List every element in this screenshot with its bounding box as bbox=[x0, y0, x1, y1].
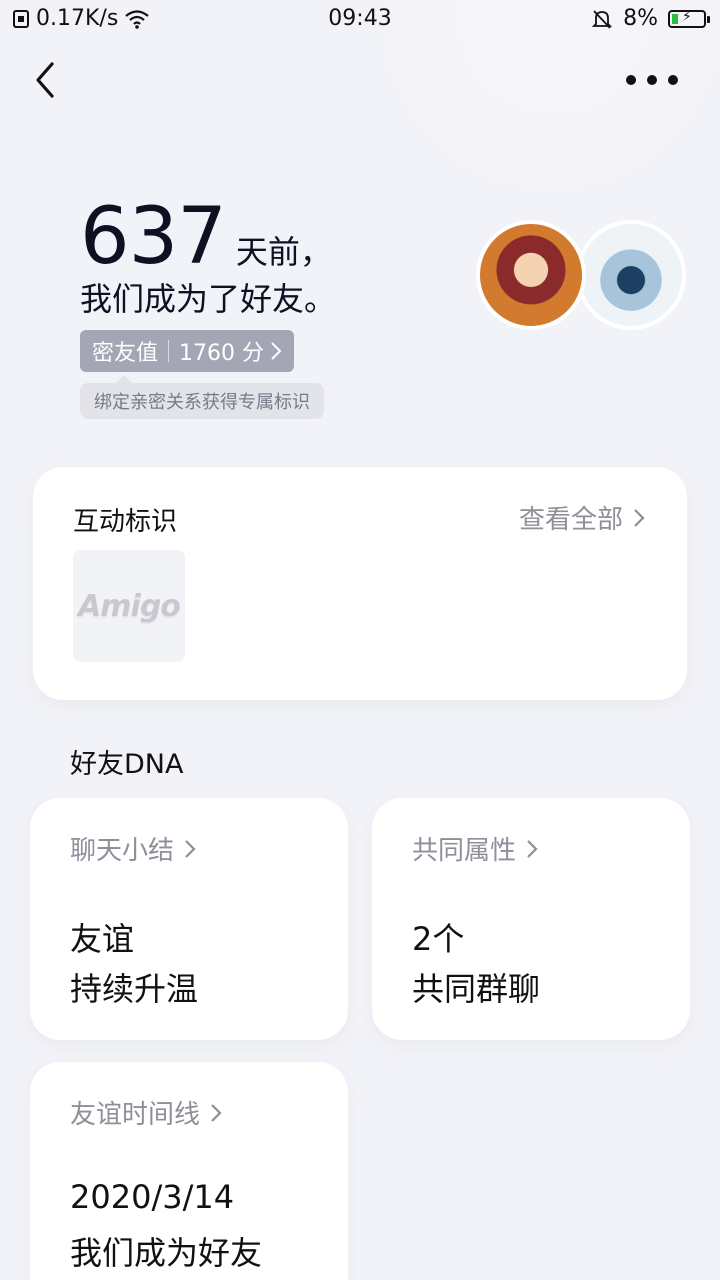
view-all-label: 查看全部 bbox=[518, 505, 623, 535]
days-number: 637 bbox=[80, 192, 227, 282]
card-title: 互动标识 bbox=[73, 507, 178, 537]
view-all-link[interactable]: 查看全部 bbox=[519, 499, 645, 536]
chevron-right-icon bbox=[634, 508, 645, 527]
friend-dna-title: 好友DNA bbox=[70, 749, 184, 780]
card-line-2: 我们成为好友 bbox=[70, 1234, 263, 1272]
chevron-right-icon bbox=[527, 839, 538, 858]
card-head: 共同属性 bbox=[412, 836, 517, 866]
back-button[interactable] bbox=[28, 58, 68, 102]
card-line-2: 持续升温 bbox=[70, 970, 199, 1008]
friendship-days: 637 天前， bbox=[80, 192, 332, 282]
amigo-badge[interactable]: Amigo bbox=[73, 550, 185, 662]
common-attributes-card[interactable]: 共同属性 2个 共同群聊 bbox=[372, 798, 690, 1040]
card-head: 友谊时间线 bbox=[70, 1100, 201, 1130]
interaction-badges-card: 互动标识 查看全部 Amigo bbox=[33, 467, 687, 700]
card-head: 聊天小结 bbox=[70, 836, 175, 866]
battery-percent: 8% bbox=[623, 6, 658, 31]
friendship-timeline-card[interactable]: 友谊时间线 2020/3/14 我们成为好友 bbox=[30, 1062, 348, 1280]
days-suffix: 天前， bbox=[235, 233, 332, 271]
my-avatar[interactable] bbox=[476, 220, 586, 330]
more-dot-icon bbox=[626, 75, 636, 85]
mute-bell-icon bbox=[591, 8, 613, 30]
avatar-pair bbox=[476, 220, 686, 330]
bind-relationship-tip: 绑定亲密关系获得专属标识 bbox=[80, 375, 324, 419]
became-friends-text: 我们成为了好友。 bbox=[80, 280, 337, 318]
chevron-left-icon bbox=[36, 62, 54, 98]
more-options-button[interactable] bbox=[626, 62, 678, 98]
chevron-right-icon bbox=[185, 839, 196, 858]
card-line-2: 共同群聊 bbox=[412, 970, 541, 1008]
intimacy-score-button[interactable]: 密友值 1760 分 bbox=[80, 330, 294, 372]
amigo-badge-logo: Amigo bbox=[78, 588, 181, 624]
card-line-1: 友谊 bbox=[70, 920, 135, 958]
battery-icon: ⚡ bbox=[668, 9, 710, 28]
chevron-right-icon bbox=[211, 1103, 222, 1122]
score-label: 密友值 bbox=[92, 341, 159, 366]
chat-summary-card[interactable]: 聊天小结 友谊 持续升温 bbox=[30, 798, 348, 1040]
more-dot-icon bbox=[647, 75, 657, 85]
score-value: 1760 分 bbox=[179, 341, 264, 366]
card-line-1: 2020/3/14 bbox=[70, 1178, 235, 1216]
status-bar: 0.17K/s 09:43 8% ⚡ bbox=[0, 0, 720, 40]
friend-avatar[interactable] bbox=[576, 220, 686, 330]
more-dot-icon bbox=[668, 75, 678, 85]
chevron-right-icon bbox=[270, 341, 282, 361]
divider bbox=[168, 340, 170, 362]
card-line-1: 2个 bbox=[412, 920, 465, 958]
